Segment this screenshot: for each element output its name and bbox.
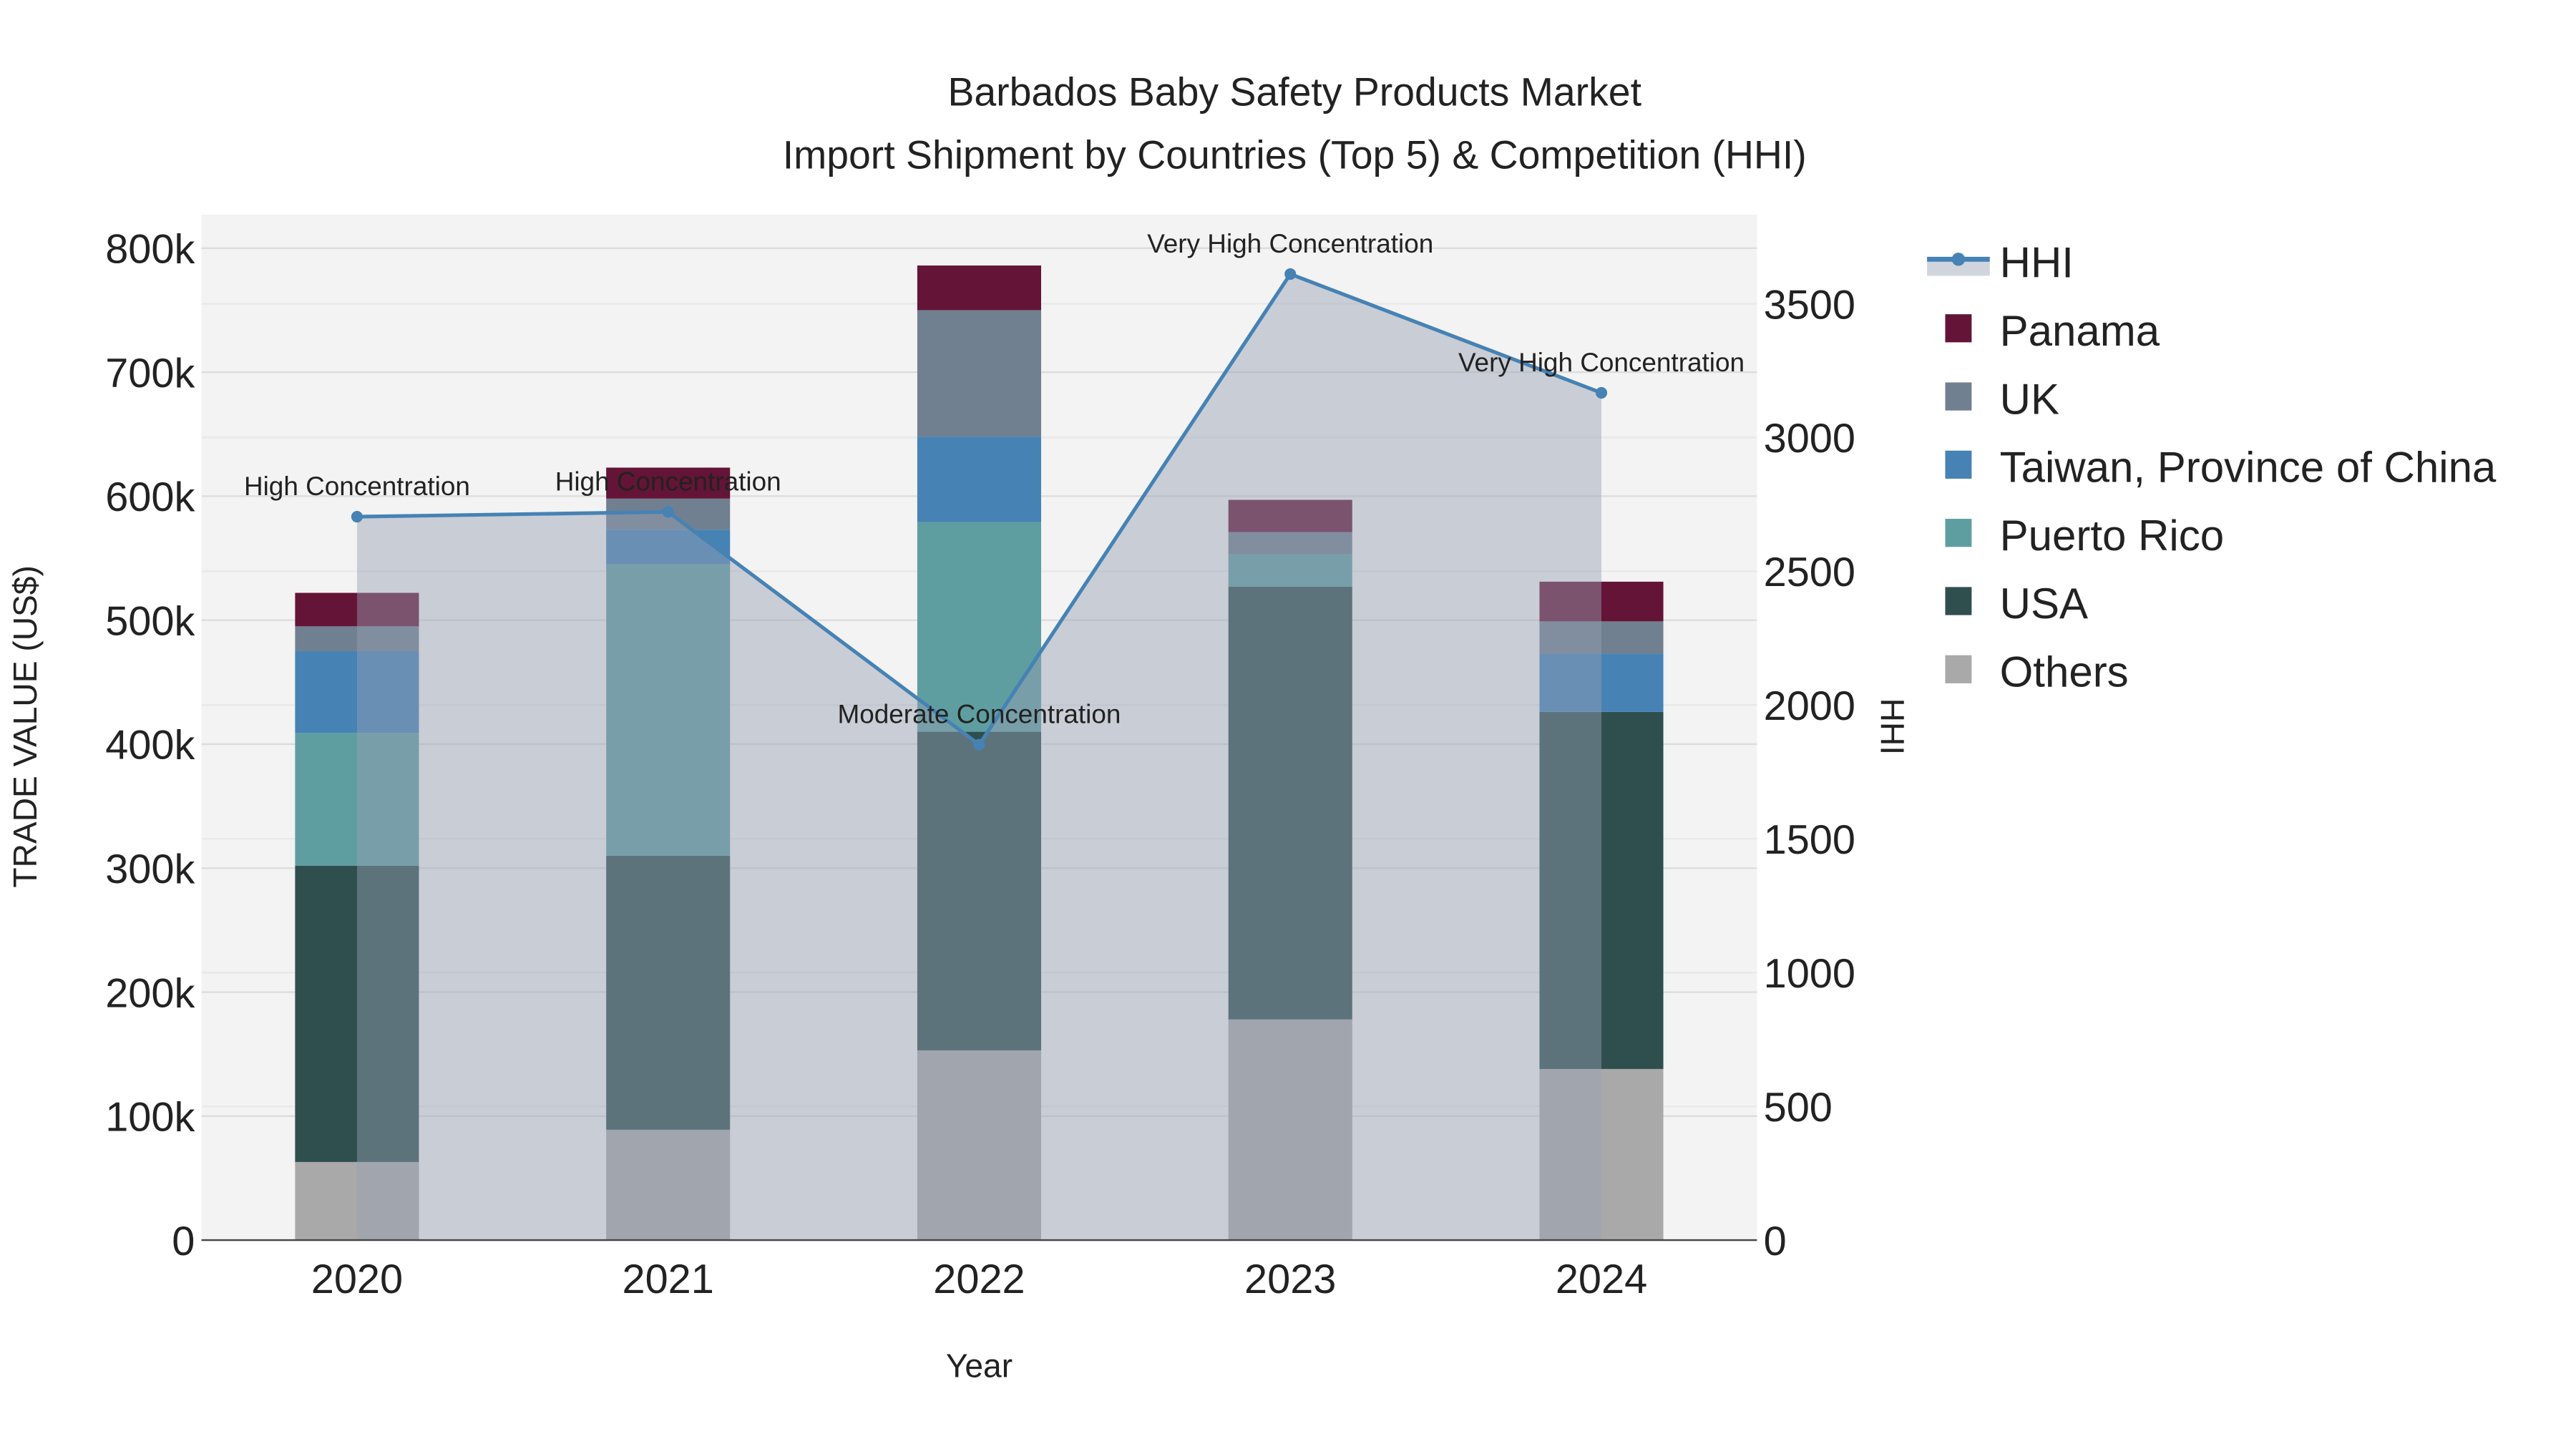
legend-label[interactable]: Taiwan, Province of China: [2000, 444, 2497, 492]
legend-swatch-taiwan-province-of-china: [1945, 450, 1972, 479]
hhi-annotation: High Concentration: [244, 472, 470, 501]
x-axis-label: Year: [946, 1347, 1013, 1385]
chart-subtitle: Import Shipment by Countries (Top 5) & C…: [783, 132, 1807, 177]
legend-label[interactable]: HHI: [2000, 239, 2074, 287]
x-tick-label: 2024: [1556, 1257, 1647, 1302]
legend-swatch-others: [1945, 655, 1972, 683]
x-tick-label: 2022: [933, 1257, 1025, 1302]
hhi-point-2021: [662, 506, 674, 518]
bar-panama-2022: [917, 265, 1041, 311]
x-tick-label: 2021: [623, 1257, 714, 1302]
legend-swatch-uk: [1945, 382, 1972, 411]
legend-hhi-marker: [1951, 253, 1966, 266]
y2-tick-label: 500: [1764, 1085, 1833, 1131]
legend-label[interactable]: Panama: [2000, 307, 2160, 355]
hhi-point-2020: [351, 511, 363, 523]
y2-tick-label: 3000: [1764, 416, 1855, 462]
y2-tick-label: 1500: [1764, 817, 1855, 863]
hhi-annotation: High Concentration: [555, 467, 781, 496]
y2-tick-label: 2000: [1764, 683, 1855, 729]
hhi-annotation: Very High Concentration: [1458, 348, 1745, 377]
legend-label[interactable]: Puerto Rico: [2000, 512, 2224, 560]
y-tick-label: 200k: [105, 970, 195, 1016]
y-axis-ticks: 0 100k 200k 300k 400k 500k 600k 700k 800k: [105, 227, 195, 1264]
bar-uk-2022: [917, 310, 1041, 437]
y2-axis-label: HHI: [1873, 698, 1911, 755]
x-tick-label: 2020: [311, 1257, 403, 1302]
y-tick-label: 300k: [105, 847, 195, 892]
y-tick-label: 100k: [105, 1095, 195, 1141]
y-tick-label: 600k: [105, 474, 195, 520]
y-tick-label: 500k: [105, 598, 195, 644]
x-tick-label: 2023: [1244, 1257, 1336, 1302]
legend-swatch-puerto-rico: [1945, 519, 1972, 547]
hhi-annotation: Moderate Concentration: [837, 700, 1121, 729]
y-tick-label: 400k: [105, 723, 195, 769]
legend-label[interactable]: Others: [2000, 648, 2129, 696]
y2-tick-label: 0: [1764, 1219, 1787, 1264]
legend-label[interactable]: USA: [2000, 580, 2088, 628]
bar-taiwan-province-of-china-2022: [917, 436, 1041, 522]
y2-tick-label: 3500: [1764, 282, 1855, 328]
y-tick-label: 700k: [105, 351, 195, 396]
legend-swatch-panama: [1945, 314, 1972, 343]
hhi-point-2024: [1595, 386, 1608, 399]
y2-tick-label: 2500: [1764, 550, 1855, 595]
hhi-point-2022: [973, 738, 985, 751]
chart-title: Barbados Baby Safety Products Market: [947, 70, 1641, 114]
y-tick-label: 0: [172, 1219, 195, 1264]
y-tick-label: 800k: [105, 227, 195, 273]
legend-label[interactable]: UK: [2000, 375, 2059, 423]
y2-tick-label: 1000: [1764, 951, 1855, 997]
y-axis-label: TRADE VALUE (US$): [6, 565, 44, 887]
legend-swatch-usa: [1945, 587, 1972, 615]
chart: High Concentration High Concentration Mode…: [0, 0, 2576, 1449]
hhi-point-2023: [1284, 268, 1297, 280]
hhi-annotation: Very High Concentration: [1147, 229, 1433, 258]
